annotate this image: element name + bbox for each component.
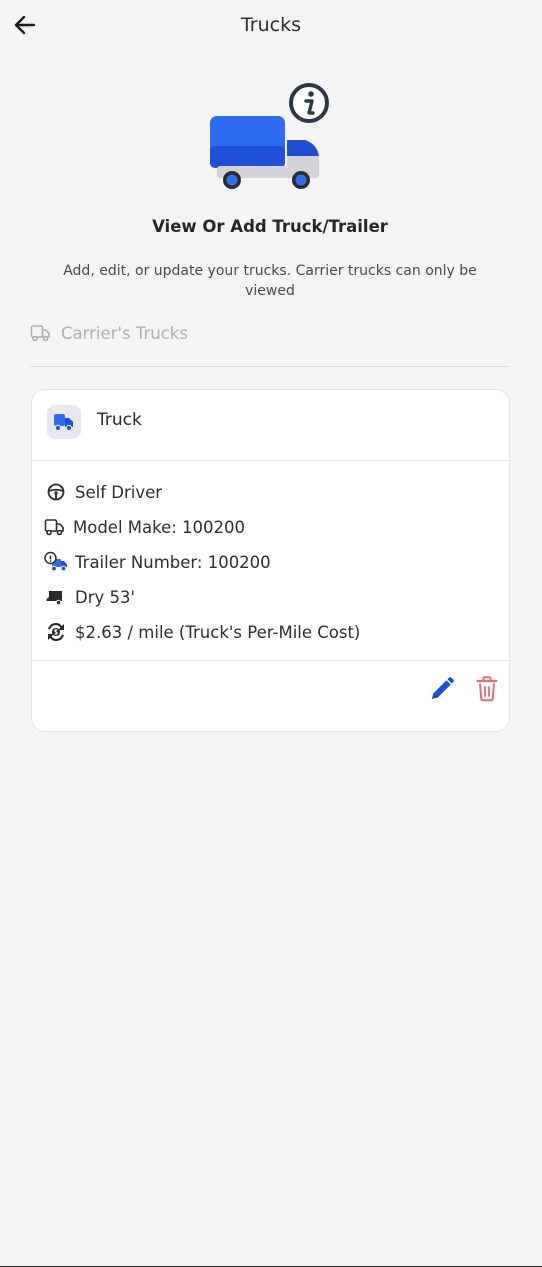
detail-text: $2.63 / mile (Truck's Per-Mile Cost) [75,622,361,642]
truck-outline-icon [30,323,51,343]
truck-card-header: Truck [32,390,509,461]
pencil-icon [432,677,454,699]
trailer-info-icon [43,551,69,573]
detail-text: Model Make: 100200 [73,517,246,537]
hero-description: Add, edit, or update your trucks. Carrie… [63,263,477,299]
truck-card-title: Truck [97,410,142,430]
truck-info-illustration [205,80,335,195]
detail-text: Self Driver [75,482,163,502]
cost-cycle-icon [43,621,69,643]
carriers-trucks-label: Carrier's Trucks [61,323,188,343]
detail-row-trailer-type: Dry 53' [43,584,135,610]
truck-outline-icon [41,516,67,538]
detail-row-trailer-number: Trailer Number: 100200 [43,549,271,575]
trash-icon [476,676,498,702]
app-header: Trucks [0,0,542,52]
detail-row-model: Model Make: 100200 [41,514,245,540]
section-divider [30,366,510,367]
delete-button[interactable] [475,675,499,703]
steering-wheel-icon [43,481,69,503]
hero-title: View Or Add Truck/Trailer [152,217,388,236]
detail-row-cost: $2.63 / mile (Truck's Per-Mile Cost) [43,619,360,645]
page-title: Trucks [240,14,301,36]
detail-text: Dry 53' [75,587,136,607]
truck-card: Truck Self Driver Model Make: 100200 Tra… [31,389,510,732]
detail-row-driver: Self Driver [43,479,162,505]
carriers-trucks-link[interactable]: Carrier's Trucks [30,321,188,345]
edit-button[interactable] [428,675,456,703]
truck-badge-icon [47,405,81,439]
card-footer-divider [32,660,509,661]
detail-text: Trailer Number: 100200 [75,552,271,572]
trailer-icon [43,586,69,608]
